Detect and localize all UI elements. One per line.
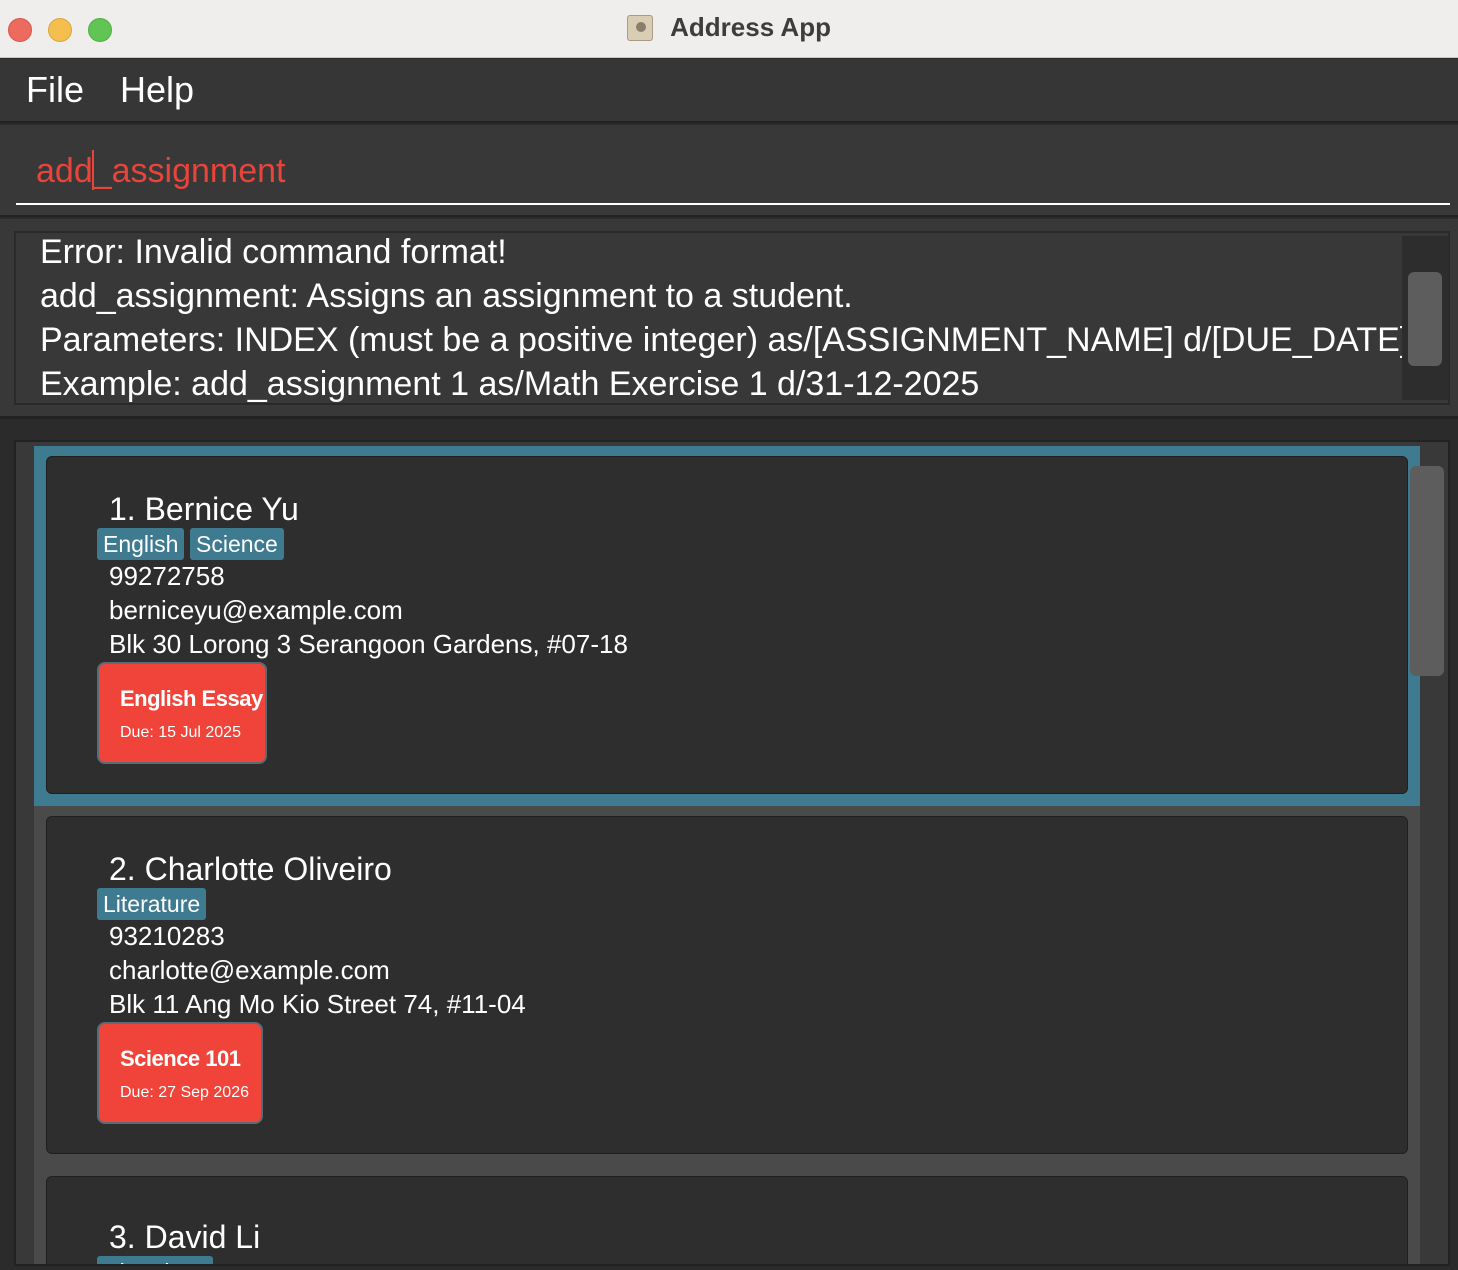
person-card[interactable]: 1. Bernice Yu English Science 99272758 b…	[46, 456, 1408, 794]
result-scrollbar-thumb[interactable]	[1408, 272, 1442, 366]
assignment-card[interactable]: English Essay Due: 15 Jul 2025	[97, 662, 267, 764]
assignment-due-date: Due: 15 Jul 2025	[120, 724, 241, 741]
assignment-name: Science 101	[120, 1046, 241, 1071]
address-book-icon	[627, 14, 654, 41]
person-card-selected[interactable]: 1. Bernice Yu English Science 99272758 b…	[34, 446, 1420, 806]
person-email: berniceyu@example.com	[109, 595, 403, 625]
person-name: 1. Bernice Yu	[109, 491, 299, 527]
person-card[interactable]: 2. Charlotte Oliveiro Literature 9321028…	[46, 816, 1408, 1154]
assignment-card[interactable]: Science 101 Due: 27 Sep 2026	[97, 1022, 263, 1124]
menu-file[interactable]: File	[26, 69, 84, 111]
person-card[interactable]: 3. David Li Chemistry	[46, 1176, 1408, 1264]
result-display-panel: Error: Invalid command format! add_assig…	[0, 219, 1458, 419]
tag: Literature	[97, 888, 207, 920]
tag: Science	[190, 528, 284, 560]
result-line: Parameters: INDEX (must be a positive in…	[40, 321, 1410, 359]
person-phone: 93210283	[109, 921, 225, 951]
tag: Chemistry	[97, 1256, 213, 1264]
assignment-due-date: Due: 27 Sep 2026	[120, 1084, 249, 1101]
text-caret	[92, 150, 94, 190]
tag: English	[97, 528, 185, 560]
person-address: Blk 30 Lorong 3 Serangoon Gardens, #07-1…	[109, 629, 628, 659]
person-address: Blk 11 Ang Mo Kio Street 74, #11-04	[109, 989, 526, 1019]
command-input[interactable]	[16, 139, 1450, 205]
result-line: add_assignment: Assigns an assignment to…	[40, 277, 853, 315]
window-title: Address App	[670, 12, 831, 42]
person-list[interactable]: 1. Bernice Yu English Science 99272758 b…	[14, 440, 1450, 1266]
person-card-row[interactable]: 2. Charlotte Oliveiro Literature 9321028…	[34, 806, 1420, 1166]
command-box-panel	[0, 125, 1458, 217]
result-line: Error: Invalid command format!	[40, 233, 507, 271]
window-title-group: Address App	[0, 12, 1458, 46]
result-line: Example: add_assignment 1 as/Math Exerci…	[40, 365, 980, 403]
result-display[interactable]: Error: Invalid command format! add_assig…	[14, 231, 1450, 405]
person-email: charlotte@example.com	[109, 955, 390, 985]
menu-help[interactable]: Help	[120, 69, 194, 111]
menu-bar: File Help	[0, 59, 1458, 123]
person-phone: 99272758	[109, 561, 225, 591]
title-bar: Address App	[0, 0, 1458, 58]
list-scrollbar-thumb[interactable]	[1410, 466, 1444, 676]
person-name: 3. David Li	[109, 1219, 261, 1255]
assignment-name: English Essay	[120, 686, 263, 711]
person-name: 2. Charlotte Oliveiro	[109, 851, 392, 887]
person-card-row[interactable]: 3. David Li Chemistry	[34, 1166, 1420, 1264]
